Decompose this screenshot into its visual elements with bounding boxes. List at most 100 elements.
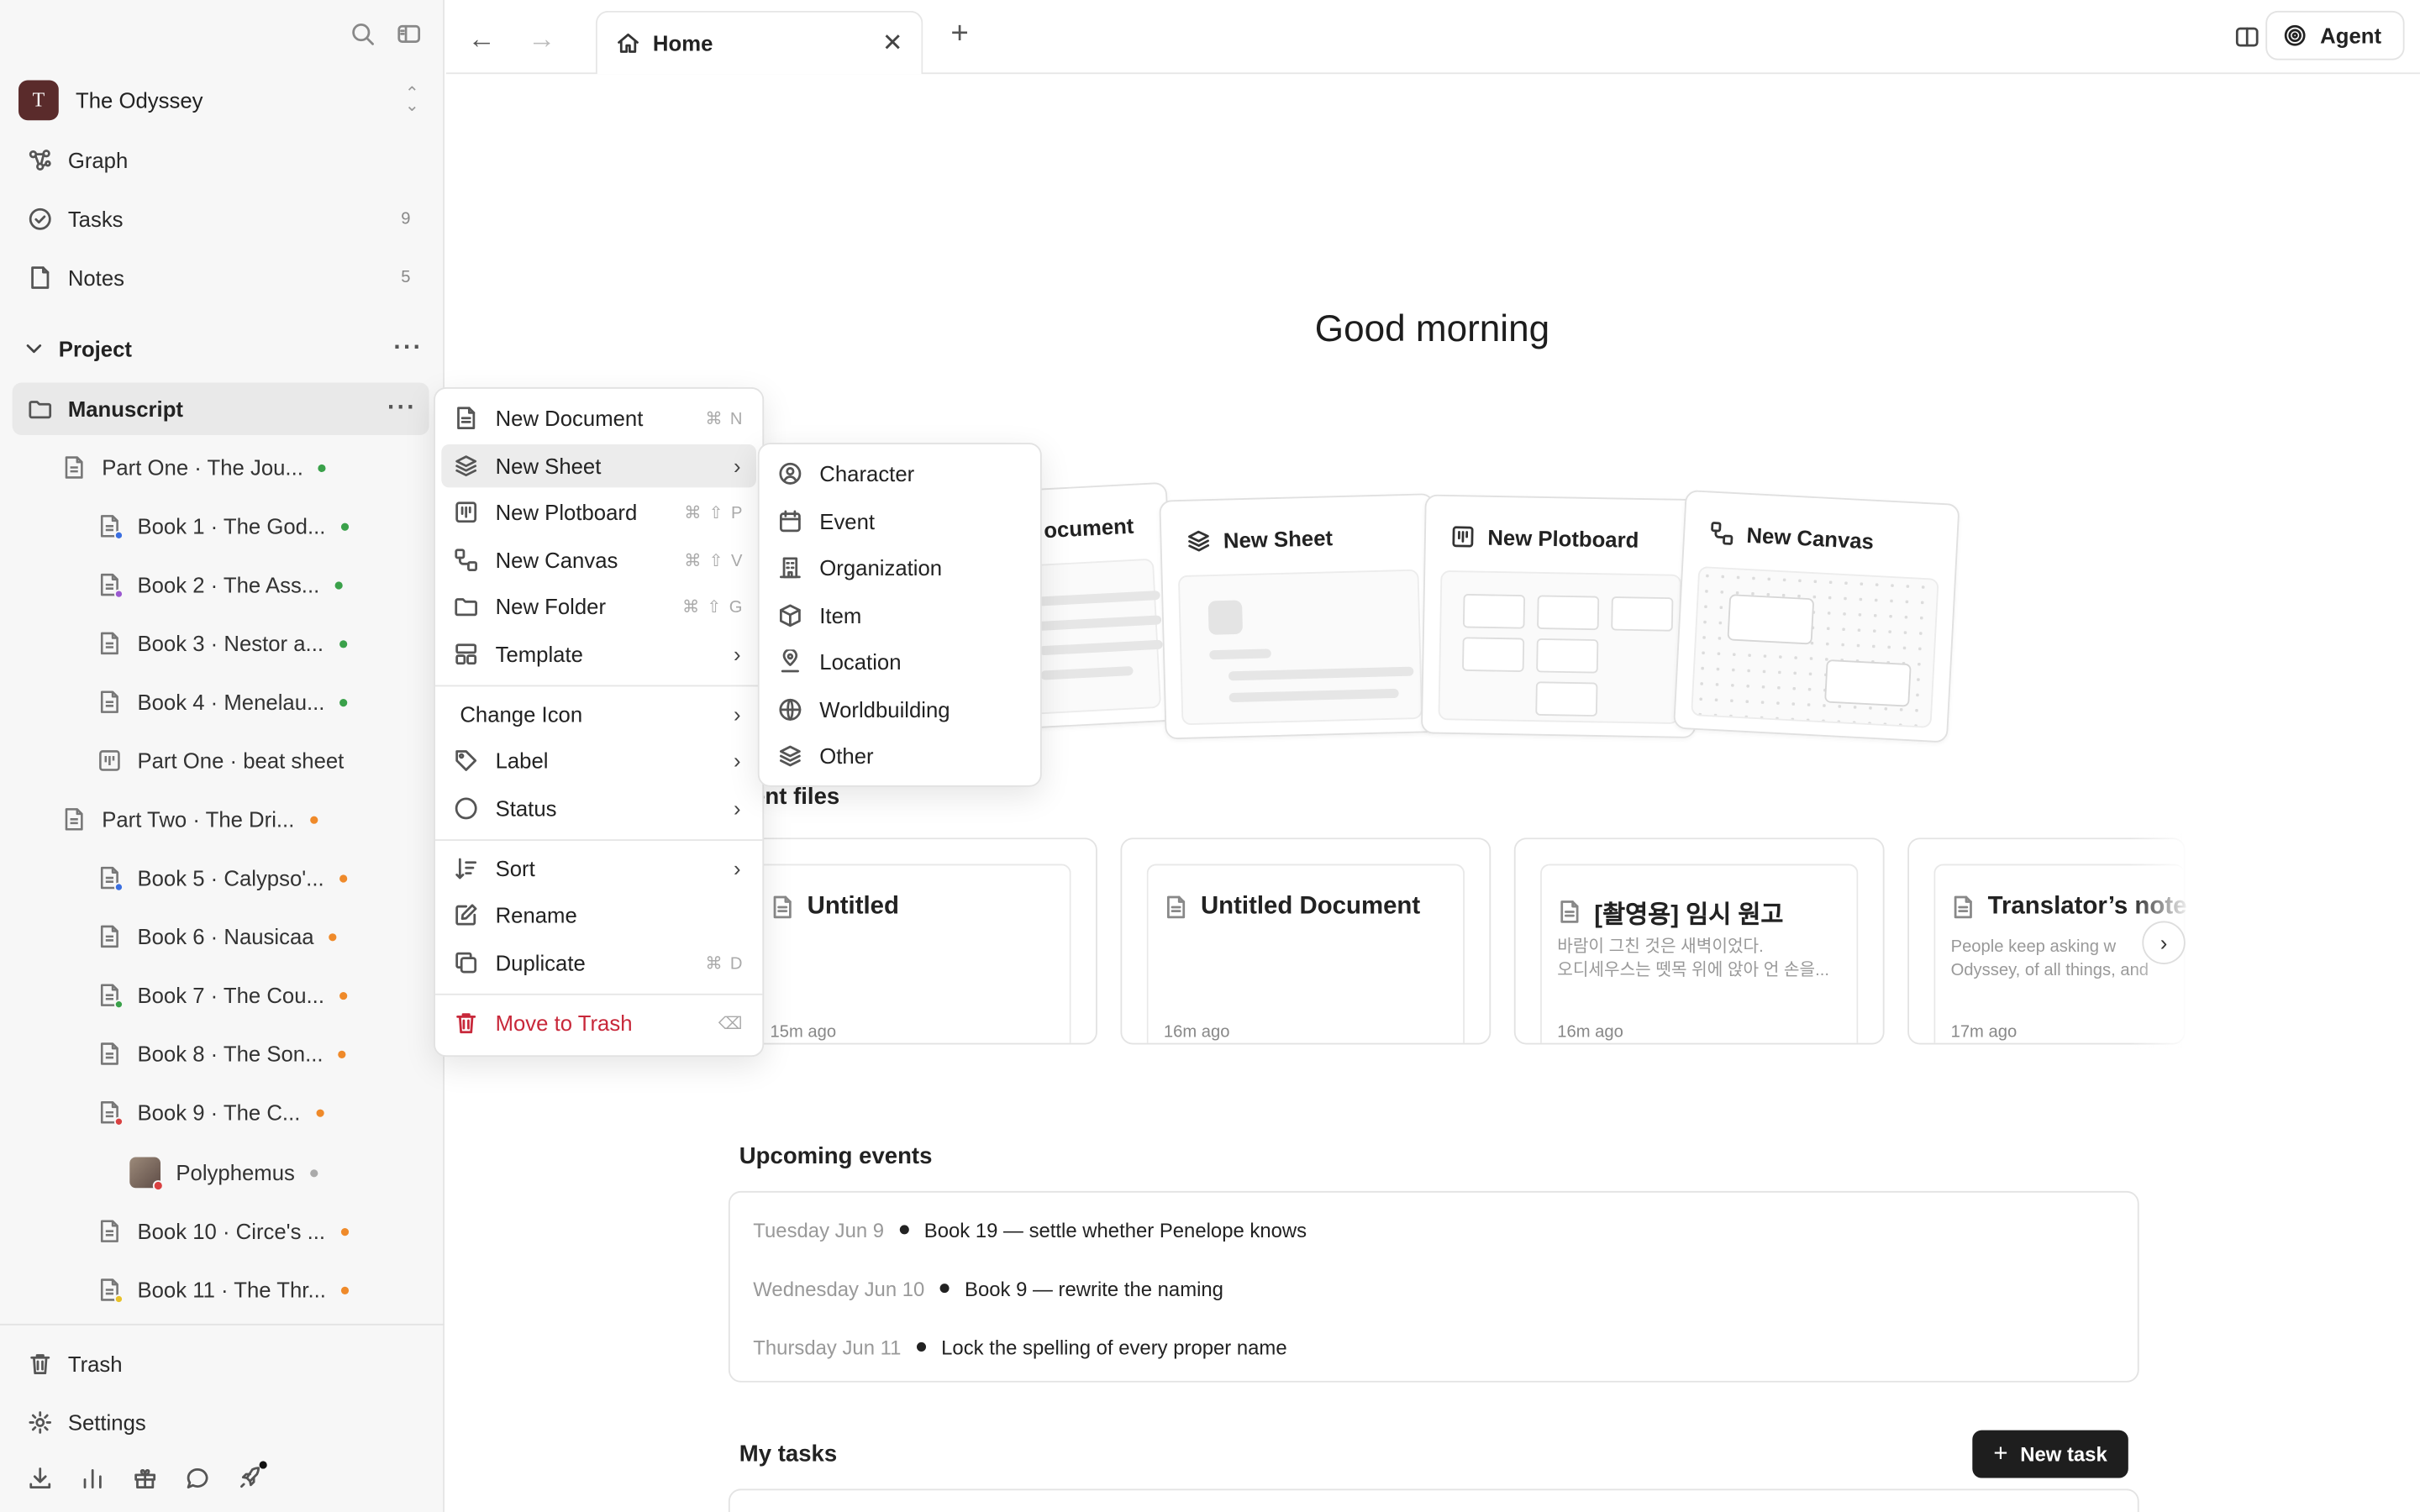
split-panel-icon[interactable] — [2235, 24, 2260, 49]
submenu-item-character[interactable]: Character — [765, 452, 1034, 495]
new-task-button[interactable]: + New task — [1972, 1430, 2128, 1478]
canvas-icon — [454, 548, 478, 572]
rocket-icon[interactable] — [238, 1461, 267, 1490]
tasks-count: 9 — [401, 209, 411, 228]
menu-item-new-folder[interactable]: New Folder ⌘ ⇧ G — [441, 585, 756, 627]
submenu-item-organization[interactable]: Organization — [765, 546, 1034, 589]
tab-home[interactable]: Home ✕ — [595, 10, 923, 75]
status-circle-icon — [454, 796, 478, 821]
menu-label: New Sheet — [495, 453, 602, 479]
tree-item-label: Book 9 · The C... — [137, 1100, 301, 1125]
event-row[interactable]: Tuesday Jun 9 Book 19 — settle whether P… — [753, 1214, 1307, 1245]
menu-separator — [434, 839, 763, 842]
download-icon[interactable] — [28, 1466, 52, 1490]
tree-item[interactable]: Polyphemus — [129, 1152, 318, 1193]
menu-label: New Canvas — [495, 548, 618, 573]
copy-icon — [454, 950, 478, 974]
sidebar-item-tasks[interactable]: Tasks 9 — [28, 197, 417, 240]
sidebar-item-label: Tasks — [67, 207, 124, 232]
menu-item-move-to-trash[interactable]: Move to Trash ⌫ — [441, 1001, 756, 1044]
greeting-heading: Good morning — [1314, 308, 1550, 350]
recent-file-card[interactable]: Untitled Document 16m ago — [1120, 837, 1491, 1045]
recent-file-time: 16m ago — [1557, 1022, 1623, 1042]
status-dot — [339, 874, 348, 882]
menu-item-rename[interactable]: Rename — [441, 893, 756, 936]
event-row[interactable]: Wednesday Jun 10 Book 9 — rewrite the na… — [753, 1273, 1223, 1304]
menu-item-template[interactable]: Template › — [441, 633, 756, 675]
sidebar-item-trash[interactable]: Trash — [28, 1342, 417, 1385]
recent-file-card[interactable]: Untitled 15m ago — [727, 837, 1097, 1045]
tree-item-label: Book 7 · The Cou... — [137, 982, 324, 1008]
tree-item-label: Book 6 · Nausicaa — [137, 924, 314, 949]
new-plotboard-card[interactable]: New Plotboard — [1420, 494, 1700, 738]
project-section-header[interactable]: Project ··· — [22, 330, 424, 367]
event-date: Wednesday Jun 10 — [753, 1276, 925, 1300]
document-icon — [97, 631, 122, 655]
search-icon[interactable] — [350, 22, 375, 46]
menu-item-change-icon[interactable]: Change Icon › — [441, 693, 756, 736]
new-canvas-card[interactable]: New Canvas — [1673, 490, 1960, 743]
submenu-item-location[interactable]: Location — [765, 640, 1034, 683]
stats-icon[interactable] — [81, 1466, 105, 1490]
tree-item[interactable]: Book 7 · The Cou... — [97, 975, 348, 1016]
more-icon[interactable]: ··· — [387, 395, 417, 423]
tree-item[interactable]: Part One · beat sheet — [97, 741, 344, 781]
home-icon — [616, 31, 640, 55]
menu-item-status[interactable]: Status › — [441, 787, 756, 830]
tree-item[interactable]: Book 6 · Nausicaa — [97, 916, 338, 957]
chevron-right-icon: › — [734, 748, 741, 774]
sidebar-divider — [0, 1323, 445, 1326]
tasks-list — [728, 1488, 2139, 1512]
tree-item-manuscript[interactable]: Manuscript ··· — [12, 382, 429, 435]
tree-item[interactable]: Book 2 · The Ass... — [97, 564, 343, 605]
forward-arrow-icon[interactable]: → — [528, 24, 555, 56]
submenu-item-other[interactable]: Other — [765, 734, 1034, 777]
tree-item[interactable]: Book 4 · Menelau... — [97, 682, 349, 722]
menu-item-duplicate[interactable]: Duplicate ⌘ D — [441, 941, 756, 984]
gift-icon[interactable] — [133, 1466, 157, 1490]
tree-item[interactable]: Book 9 · The C... — [97, 1092, 324, 1132]
chevron-right-icon[interactable]: › — [2142, 921, 2186, 964]
agent-button[interactable]: Agent — [2265, 10, 2405, 60]
tree-item[interactable]: Part Two · The Dri... — [61, 799, 318, 839]
status-dot — [340, 522, 349, 530]
sidebar-item-settings[interactable]: Settings — [28, 1401, 417, 1444]
tree-item[interactable]: Part One · The Jou... — [61, 448, 327, 488]
tree-item[interactable]: Book 11 · The Thr... — [97, 1270, 350, 1310]
close-icon[interactable]: ✕ — [882, 28, 903, 59]
workspace-switcher[interactable]: T The Odyssey ⌃ ⌄ — [18, 79, 423, 122]
new-tab-plus-icon[interactable]: + — [950, 17, 968, 52]
chat-icon[interactable] — [185, 1466, 209, 1490]
menu-item-new-plotboard[interactable]: New Plotboard ⌘ ⇧ P — [441, 491, 756, 533]
event-row[interactable]: Thursday Jun 11 Lock the spelling of eve… — [753, 1331, 1286, 1362]
section-title: Project — [58, 336, 132, 361]
status-dot — [329, 932, 338, 941]
tree-item[interactable]: Book 1 · The God... — [97, 506, 349, 546]
tree-item[interactable]: Book 3 · Nestor a... — [97, 623, 347, 664]
tree-item[interactable]: Book 8 · The Son... — [97, 1034, 347, 1074]
submenu-item-worldbuilding[interactable]: Worldbuilding — [765, 688, 1034, 731]
menu-item-new-sheet[interactable]: New Sheet › — [441, 444, 756, 488]
chevron-right-icon: › — [734, 701, 741, 727]
recent-file-title: Untitled Document — [1200, 893, 1421, 920]
recent-file-card[interactable]: [촬영용] 임시 원고 바람이 그친 것은 새벽이었다. 오디세우스는 뗏목 위에 … — [1513, 837, 1885, 1045]
more-icon[interactable]: ··· — [393, 335, 423, 363]
menu-item-label[interactable]: Label › — [441, 739, 756, 782]
graph-icon — [28, 148, 52, 172]
menu-item-new-canvas[interactable]: New Canvas ⌘ ⇧ V — [441, 538, 756, 581]
tree-item[interactable]: Book 10 · Circe's ... — [97, 1211, 349, 1252]
submenu-item-event[interactable]: Event — [765, 500, 1034, 543]
menu-item-sort[interactable]: Sort › — [441, 847, 756, 890]
new-sheet-card[interactable]: New Sheet — [1159, 493, 1440, 740]
sidebar-item-notes[interactable]: Notes 5 — [28, 256, 417, 299]
menu-label: Event — [819, 509, 876, 534]
document-icon — [1164, 895, 1188, 919]
menu-label: Organization — [819, 555, 943, 580]
menu-item-new-document[interactable]: New Document ⌘ N — [441, 396, 756, 439]
tree-item[interactable]: Book 5 · Calypso'... — [97, 858, 348, 898]
back-arrow-icon[interactable]: ← — [468, 24, 496, 56]
submenu-item-item[interactable]: Item — [765, 594, 1034, 637]
tree-item-label: Manuscript — [67, 396, 183, 422]
sidebar-toggle-icon[interactable] — [397, 22, 421, 46]
sidebar-item-graph[interactable]: Graph — [28, 139, 417, 181]
